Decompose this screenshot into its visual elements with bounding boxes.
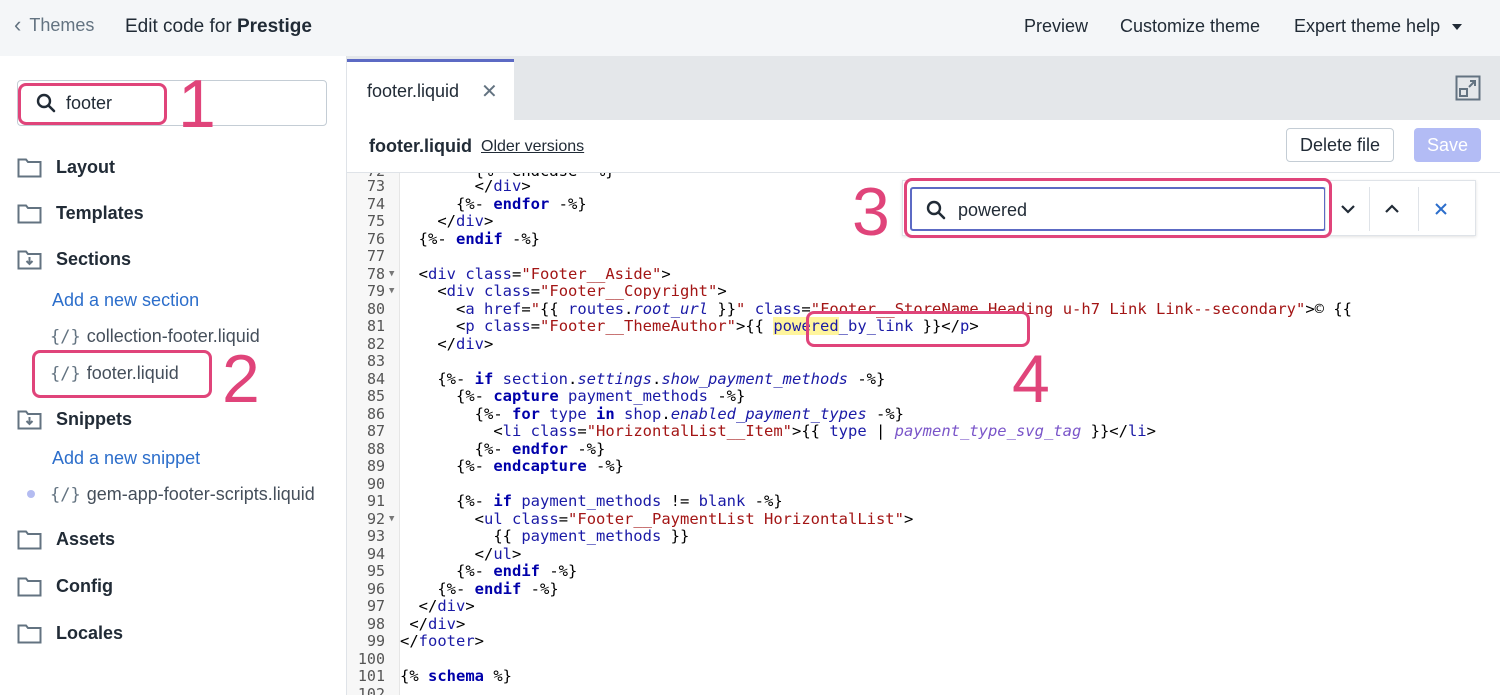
tab-footer-liquid[interactable]: footer.liquid ✕ (347, 59, 514, 120)
folder-icon (17, 577, 42, 597)
expert-help-label: Expert theme help (1294, 16, 1441, 36)
back-to-themes-link[interactable]: ‹ Themes (14, 14, 94, 36)
find-previous-button[interactable] (1369, 187, 1413, 231)
chevron-up-icon (1384, 204, 1399, 213)
folder-sections[interactable]: Sections (17, 248, 131, 270)
fullscreen-icon[interactable] (1455, 75, 1481, 101)
file-toolbar: footer.liquid Older versions Delete file… (347, 120, 1500, 173)
close-tab-icon[interactable]: ✕ (481, 79, 498, 104)
folder-label: Locales (56, 622, 124, 643)
folder-label: Layout (56, 156, 116, 177)
back-label: Themes (29, 14, 95, 35)
top-bar: ‹ Themes Edit code for Prestige Preview … (0, 0, 1500, 56)
folder-icon (17, 158, 42, 178)
annotation-box-3 (904, 178, 1332, 238)
annotation-box-1 (18, 83, 167, 125)
folder-label: Templates (56, 202, 144, 223)
annotation-number-2: 2 (222, 341, 260, 417)
save-button[interactable]: Save (1414, 128, 1481, 162)
page-title: Edit code for Prestige (125, 16, 312, 38)
caret-down-icon (1452, 24, 1463, 31)
file-label: gem-app-footer-scripts.liquid (86, 484, 315, 504)
folder-icon (17, 204, 42, 224)
folder-templates[interactable]: Templates (17, 202, 144, 224)
add-section-link[interactable]: Add a new section (52, 290, 199, 311)
tab-label: footer.liquid (367, 81, 460, 101)
folder-open-icon (17, 410, 42, 430)
folder-label: Config (56, 575, 113, 596)
folder-snippets[interactable]: Snippets (17, 408, 132, 430)
theme-name: Prestige (236, 16, 312, 37)
close-icon (1434, 203, 1447, 215)
delete-file-button[interactable]: Delete file (1286, 128, 1394, 162)
add-snippet-link[interactable]: Add a new snippet (52, 448, 200, 469)
annotation-number-3: 3 (852, 174, 890, 250)
folder-config[interactable]: Config (17, 575, 113, 597)
folder-assets[interactable]: Assets (17, 528, 115, 550)
modified-dot-icon (27, 490, 35, 498)
folder-label: Assets (56, 528, 116, 549)
annotation-box-4 (806, 311, 1030, 347)
file-gem-app-footer-scripts[interactable]: {/} gem-app-footer-scripts.liquid (50, 484, 315, 505)
liquid-file-icon: {/} (50, 484, 81, 505)
folder-label: Sections (56, 248, 132, 269)
title-prefix: Edit code for (125, 16, 237, 37)
folder-label: Snippets (56, 408, 133, 429)
editor-tab-bar: footer.liquid ✕ (347, 56, 1500, 120)
older-versions-link[interactable]: Older versions (481, 138, 584, 156)
customize-theme-link[interactable]: Customize theme (1120, 16, 1260, 37)
preview-link[interactable]: Preview (1024, 16, 1088, 37)
folder-icon (17, 530, 42, 550)
chevron-left-icon: ‹ (14, 12, 22, 37)
close-find-button[interactable] (1418, 187, 1462, 231)
current-file-name: footer.liquid (369, 136, 472, 156)
liquid-file-icon: {/} (50, 326, 81, 347)
annotation-number-4: 4 (1012, 341, 1050, 417)
folder-layout[interactable]: Layout (17, 156, 115, 178)
folder-open-icon (17, 250, 42, 270)
annotation-number-1: 1 (178, 66, 216, 142)
expert-help-menu[interactable]: Expert theme help (1294, 16, 1463, 37)
code-editor[interactable]: 72 {%- endcase -%} 73 </div> 74 {%- endf… (347, 173, 1500, 695)
annotation-box-2 (32, 350, 212, 398)
chevron-down-icon (1340, 205, 1355, 214)
folder-icon (17, 624, 42, 644)
folder-locales[interactable]: Locales (17, 622, 123, 644)
